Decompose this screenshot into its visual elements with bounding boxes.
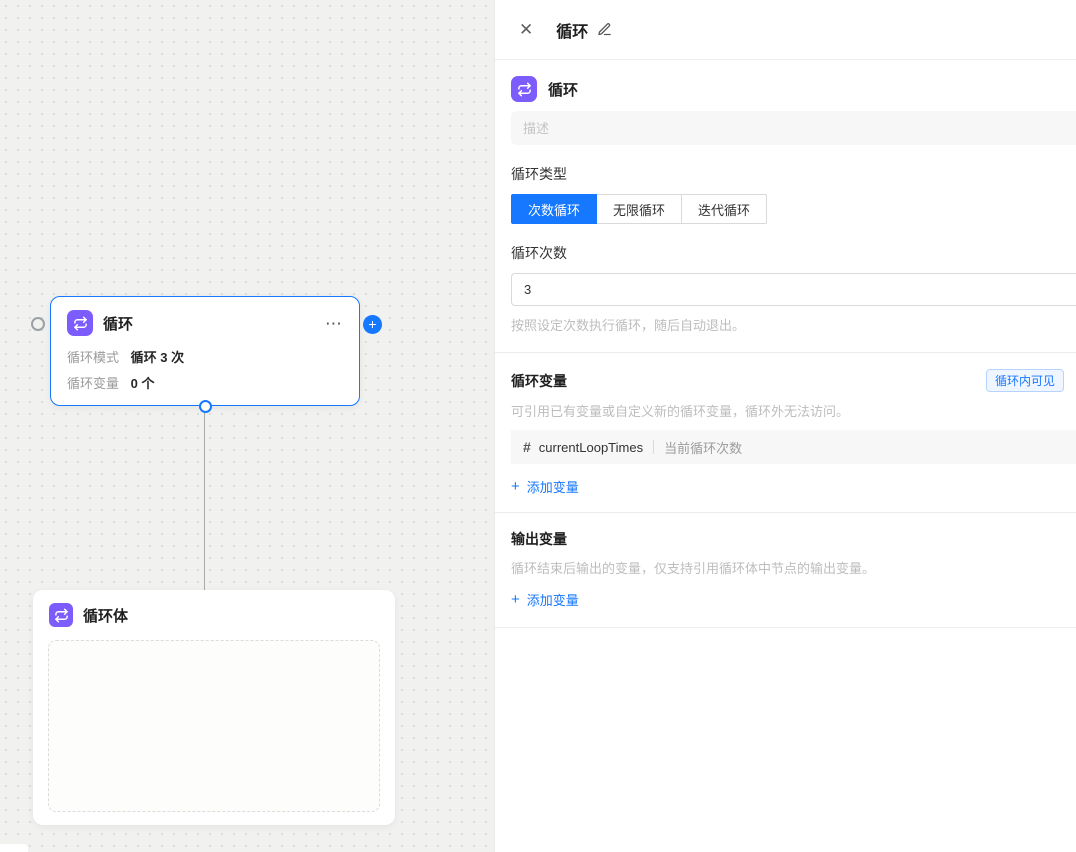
- loop-node[interactable]: 循环 ⋯ 循环模式 循环 3 次 循环变量 0 个: [50, 296, 360, 406]
- loop-mode-label: 循环模式: [67, 350, 119, 365]
- loop-body-title: 循环体: [83, 605, 380, 626]
- plus-icon: +: [511, 592, 520, 607]
- loop-vars-label: 循环变量: [67, 376, 119, 391]
- loop-vars-row: 循环变量 0 个: [67, 373, 343, 392]
- loop-mode-value: 循环 3 次: [131, 350, 184, 365]
- loop-vars-value: 0 个: [131, 376, 155, 391]
- variable-name: currentLoopTimes: [539, 440, 643, 455]
- canvas[interactable]: 循环 ⋯ 循环模式 循环 3 次 循环变量 0 个 +: [0, 0, 494, 852]
- panel-title: 循环: [556, 18, 588, 42]
- loop-count-label: 循环次数: [511, 243, 1076, 263]
- loop-body-dropzone[interactable]: [48, 640, 380, 812]
- loop-vars-section-head: 循环变量 循环内可见: [511, 369, 1076, 392]
- panel-node-head: 循环: [511, 76, 1076, 102]
- loop-node-title: 循环: [103, 313, 325, 334]
- tab-count-loop[interactable]: 次数循环: [511, 194, 597, 224]
- loop-count-input[interactable]: [511, 273, 1076, 306]
- input-port[interactable]: [31, 317, 45, 331]
- loop-icon: [511, 76, 537, 102]
- edit-title-icon[interactable]: [597, 22, 612, 37]
- loop-mode-row: 循环模式 循环 3 次: [67, 347, 343, 366]
- loop-type-label: 循环类型: [511, 164, 1076, 184]
- loop-type-tabs: 次数循环 无限循环 迭代循环: [511, 194, 767, 224]
- plus-icon: +: [511, 479, 520, 494]
- canvas-toolbar: [0, 844, 28, 852]
- node-config-panel: ✕ 循环 循环 循环类型 次数循环: [494, 0, 1076, 852]
- tab-iterate-loop[interactable]: 迭代循环: [681, 194, 767, 224]
- loop-body-header: 循环体: [48, 603, 380, 627]
- divider: [653, 440, 654, 454]
- divider: [495, 352, 1076, 353]
- output-vars-help: 循环结束后输出的变量，仅支持引用循环体中节点的输出变量。: [511, 558, 1076, 577]
- output-vars-section-head: 输出变量: [511, 529, 1076, 549]
- scope-badge: 循环内可见: [986, 369, 1064, 392]
- panel-header: ✕ 循环: [495, 0, 1076, 60]
- loop-vars-help: 可引用已有变量或自定义新的循环变量，循环外无法访问。: [511, 401, 1076, 420]
- plus-icon: +: [368, 316, 376, 332]
- variable-row[interactable]: # currentLoopTimes 当前循环次数: [511, 430, 1076, 464]
- add-output-variable-button[interactable]: + 添加变量: [511, 590, 579, 609]
- panel-node-title: 循环: [548, 79, 578, 100]
- description-input[interactable]: [511, 111, 1076, 145]
- add-output-variable-label: 添加变量: [527, 590, 579, 609]
- close-icon[interactable]: ✕: [519, 21, 533, 38]
- more-menu-icon[interactable]: ⋯: [325, 315, 343, 332]
- panel-body: 循环 循环类型 次数循环 无限循环 迭代循环 循环次数 按照设定次数执行循环，随…: [495, 76, 1076, 628]
- tab-infinite-loop[interactable]: 无限循环: [596, 194, 682, 224]
- output-vars-title: 输出变量: [511, 529, 567, 549]
- add-loop-variable-button[interactable]: + 添加变量: [511, 477, 579, 496]
- loop-icon: [67, 310, 93, 336]
- add-loop-variable-label: 添加变量: [527, 477, 579, 496]
- loop-node-header: 循环 ⋯: [67, 310, 343, 336]
- loop-icon: [49, 603, 73, 627]
- output-port[interactable]: [199, 400, 212, 413]
- add-node-button[interactable]: +: [363, 315, 382, 334]
- edge-loop-to-body: [204, 406, 205, 592]
- loop-body-node[interactable]: 循环体: [33, 590, 395, 825]
- variable-desc: 当前循环次数: [664, 438, 742, 457]
- hash-icon: #: [523, 439, 531, 455]
- workflow-editor: 循环 ⋯ 循环模式 循环 3 次 循环变量 0 个 +: [0, 0, 1076, 852]
- loop-count-help: 按照设定次数执行循环，随后自动退出。: [511, 315, 1076, 334]
- loop-vars-title: 循环变量: [511, 371, 567, 391]
- divider: [495, 512, 1076, 513]
- divider: [495, 627, 1076, 628]
